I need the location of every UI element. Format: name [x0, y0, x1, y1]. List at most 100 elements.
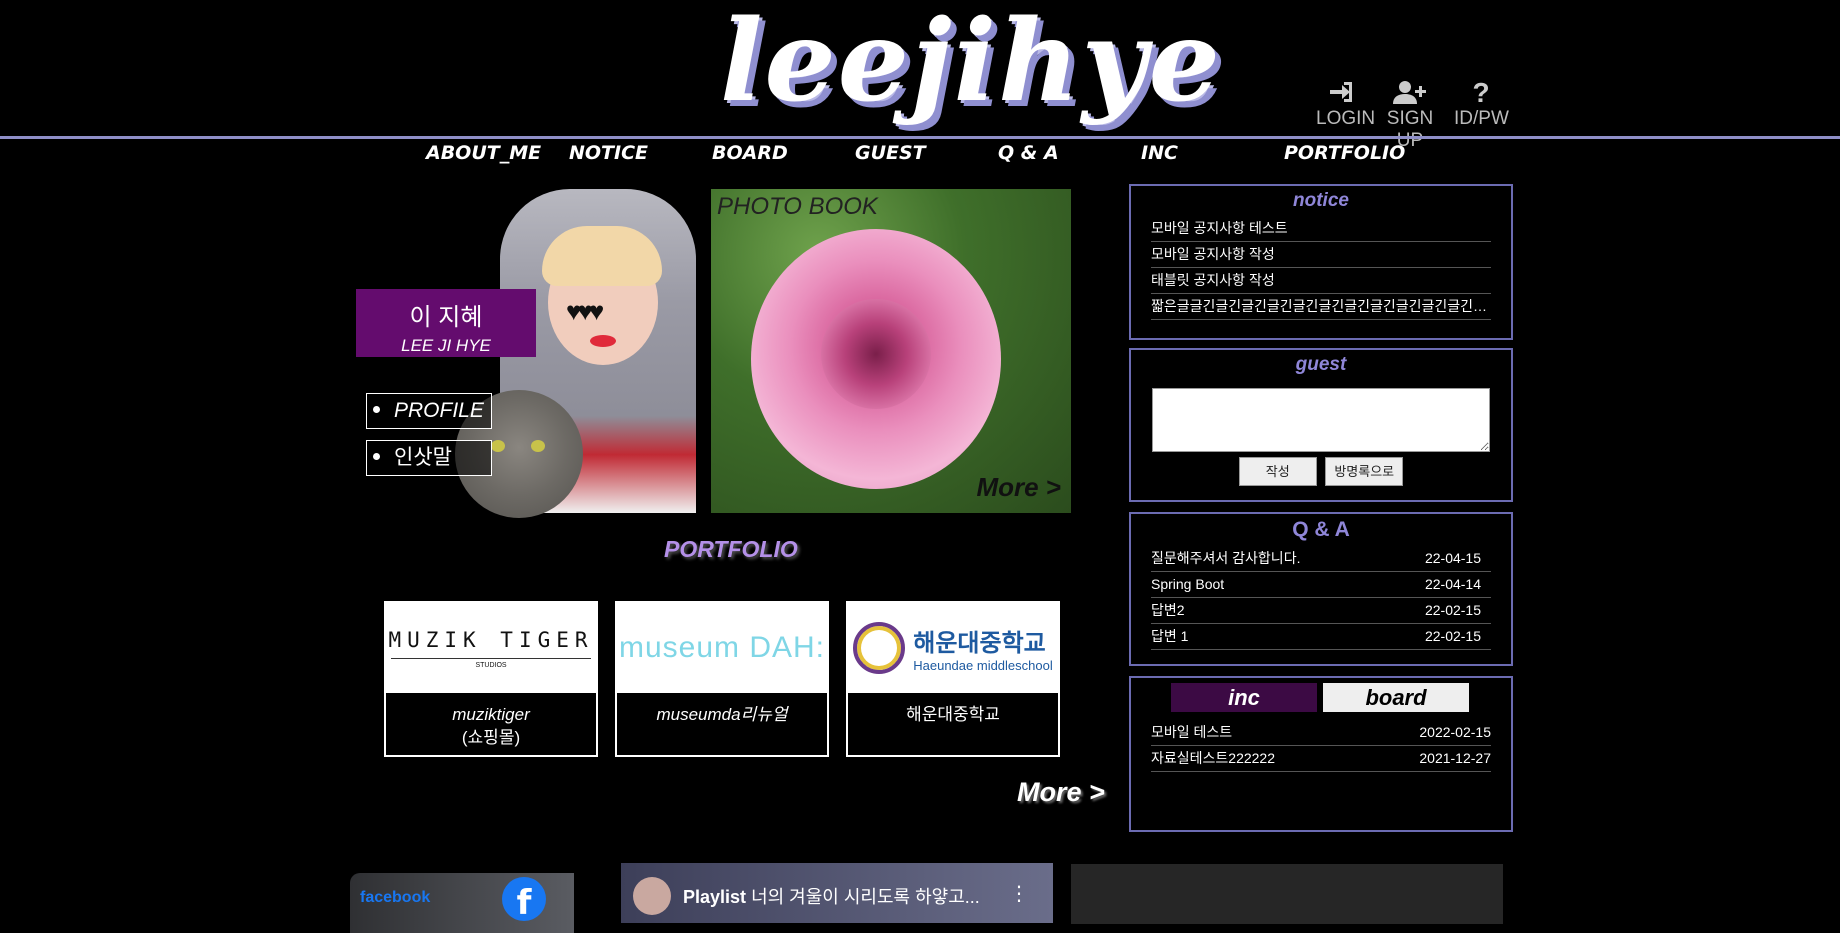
playlist-header: Playlist 너의 겨울이 시리도록 하얗고... — [683, 883, 980, 909]
guest-write-button[interactable]: 작성 — [1238, 457, 1317, 486]
photobook-panel[interactable]: PHOTO BOOK More > — [711, 189, 1071, 513]
notice-row-title: 태블릿 공지사항 작성 — [1151, 272, 1275, 288]
profile-button[interactable]: PROFILE — [366, 393, 492, 429]
nav-portfolio[interactable]: PORTFOLIO — [1284, 142, 1405, 164]
notice-row[interactable]: 모바일 공지사항 작성 — [1151, 242, 1491, 268]
portfolio-caption: muziktiger — [452, 705, 530, 724]
tab-board[interactable]: board — [1323, 683, 1469, 712]
qa-box: Q & A 질문해주셔서 감사합니다. 22-04-15 Spring Boot 2… — [1129, 512, 1513, 666]
login-label: LOGIN — [1316, 108, 1376, 129]
notice-row-title: 모바일 공지사항 작성 — [1151, 246, 1275, 262]
question-icon: ? — [1472, 77, 1490, 108]
school-emblem-icon — [853, 622, 906, 674]
muziktiger-logo-sub: STUDIOS — [475, 661, 507, 669]
inc-row-date: 2021-12-27 — [1419, 750, 1491, 766]
greeting-button[interactable]: 인삿말 — [366, 440, 492, 476]
notice-row[interactable]: 모바일 공지사항 테스트 — [1151, 216, 1491, 242]
haeundae-logo-sub: Haeundae middleschool — [913, 658, 1053, 673]
nav-qa[interactable]: Q & A — [998, 142, 1059, 164]
qa-row[interactable]: 답변2 22-02-15 — [1151, 598, 1491, 624]
cat-eye-left — [491, 440, 505, 452]
nav-board[interactable]: BOARD — [712, 142, 788, 164]
greeting-button-label: 인삿말 — [394, 446, 452, 469]
portfolio-caption-sub: (쇼핑몰) — [461, 728, 521, 747]
inc-row-date: 2022-02-15 — [1419, 724, 1491, 740]
notice-row[interactable]: 태블릿 공지사항 작성 — [1151, 268, 1491, 294]
guest-title[interactable]: guest — [1131, 354, 1511, 376]
portfolio-title: PORTFOLIO — [664, 536, 798, 562]
site-logo[interactable]: leejihye — [720, 0, 1220, 132]
qa-row-title: 질문해주셔서 감사합니다. — [1151, 550, 1301, 566]
qa-row-date: 22-04-14 — [1424, 576, 1481, 592]
notice-box: notice 모바일 공지사항 테스트 모바일 공지사항 작성 태블릿 공지사항… — [1129, 184, 1513, 340]
notice-row-title: 짧은글글긴글긴글긴글긴글긴글긴글긴글긴글긴글긴글긴글긴글긴글긴... — [1151, 298, 1491, 314]
qa-row-title: 답변 1 — [1151, 628, 1189, 644]
qa-row-date: 22-04-15 — [1424, 550, 1481, 566]
nav-guest[interactable]: GUEST — [855, 142, 926, 164]
qa-row-date: 22-02-15 — [1424, 602, 1481, 618]
facebook-widget[interactable]: facebook f — [350, 873, 574, 933]
inc-row[interactable]: 자료실테스트222222 2021-12-27 — [1151, 746, 1491, 772]
more-vert-icon[interactable]: ⋮ — [1009, 881, 1029, 906]
guest-goto-button[interactable]: 방명록으로 — [1325, 457, 1404, 486]
notice-title[interactable]: notice — [1131, 190, 1511, 212]
playlist-title: 너의 겨울이 시리도록 하얗고... — [751, 887, 980, 907]
qa-title[interactable]: Q & A — [1131, 518, 1511, 542]
facebook-label: facebook — [360, 889, 431, 906]
find-idpw-button[interactable]: ? ID/PW — [1454, 77, 1509, 130]
portfolio-caption: 해운대중학교 — [906, 705, 1000, 724]
header-divider — [0, 136, 1840, 139]
inc-row-title: 모바일 테스트 — [1151, 724, 1233, 740]
guestbook-textarea[interactable] — [1152, 388, 1490, 452]
qa-row-date: 22-02-15 — [1424, 628, 1481, 644]
bullet-icon — [373, 405, 380, 413]
playlist-label: Playlist — [683, 887, 747, 907]
profile-hair — [542, 226, 662, 286]
name-korean: 이 지혜 — [409, 304, 483, 331]
guest-box: guest 작성 방명록으로 — [1129, 348, 1513, 502]
museumdah-logo: museum DAH: — [618, 631, 826, 664]
nav-about-me[interactable]: ABOUT_ME — [426, 142, 541, 164]
add-user-icon — [1376, 80, 1444, 106]
portfolio-logo: 해운대중학교 Haeundae middleschool — [848, 603, 1058, 693]
portfolio-card-haeundae[interactable]: 해운대중학교 Haeundae middleschool 해운대중학교 — [846, 601, 1060, 757]
profile-button-label: PROFILE — [394, 399, 484, 422]
portfolio-logo: museum DAH: — [617, 603, 827, 693]
playlist-embed[interactable]: Playlist 너의 겨울이 시리도록 하얗고... ⋮ — [621, 863, 1053, 923]
qa-row[interactable]: Spring Boot 22-04-14 — [1151, 572, 1491, 598]
notice-row[interactable]: 짧은글글긴글긴글긴글긴글긴글긴글긴글긴글긴글긴글긴글긴글긴글긴... — [1151, 294, 1491, 320]
qa-row-title: 답변2 — [1151, 602, 1185, 618]
footer-panel — [1071, 864, 1503, 924]
name-english: LEE JI HYE — [401, 336, 491, 355]
name-box: 이 지혜 LEE JI HYE — [356, 289, 536, 357]
idpw-label: ID/PW — [1454, 108, 1509, 129]
qa-row[interactable]: 답변 1 22-02-15 — [1151, 624, 1491, 650]
muziktiger-logo: MUZIK TIGER — [388, 627, 594, 652]
portfolio-more-link[interactable]: More > — [1017, 777, 1105, 808]
bullet-icon — [373, 452, 380, 460]
tab-inc[interactable]: inc — [1171, 683, 1317, 712]
facebook-icon[interactable]: f — [502, 877, 546, 923]
cat-eye-right — [531, 440, 545, 452]
qa-row[interactable]: 질문해주셔서 감사합니다. 22-04-15 — [1151, 546, 1491, 572]
photobook-title: PHOTO BOOK — [717, 193, 878, 220]
inc-board-box: inc board 모바일 테스트 2022-02-15 자료실테스트222222… — [1129, 676, 1513, 832]
portfolio-logo: MUZIK TIGER STUDIOS — [386, 603, 596, 693]
portfolio-card-museumdah[interactable]: museum DAH: museumda리뉴얼 — [615, 601, 829, 757]
login-button[interactable]: LOGIN — [1316, 80, 1376, 130]
logo-divider — [391, 657, 591, 659]
qa-row-title: Spring Boot — [1151, 576, 1225, 592]
inc-row-title: 자료실테스트222222 — [1151, 750, 1275, 766]
profile-lips — [590, 335, 616, 347]
notice-row-title: 모바일 공지사항 테스트 — [1151, 220, 1288, 236]
rose-center — [821, 299, 931, 409]
portfolio-caption: museumda리뉴얼 — [656, 705, 788, 724]
haeundae-logo: 해운대중학교 — [913, 630, 1046, 657]
playlist-avatar — [633, 877, 671, 915]
photobook-more-link[interactable]: More > — [976, 472, 1061, 503]
login-icon — [1316, 80, 1368, 106]
nav-inc[interactable]: INC — [1141, 142, 1178, 164]
nav-notice[interactable]: NOTICE — [569, 142, 648, 164]
portfolio-card-muziktiger[interactable]: MUZIK TIGER STUDIOS muziktiger (쇼핑몰) — [384, 601, 598, 757]
inc-row[interactable]: 모바일 테스트 2022-02-15 — [1151, 720, 1491, 746]
